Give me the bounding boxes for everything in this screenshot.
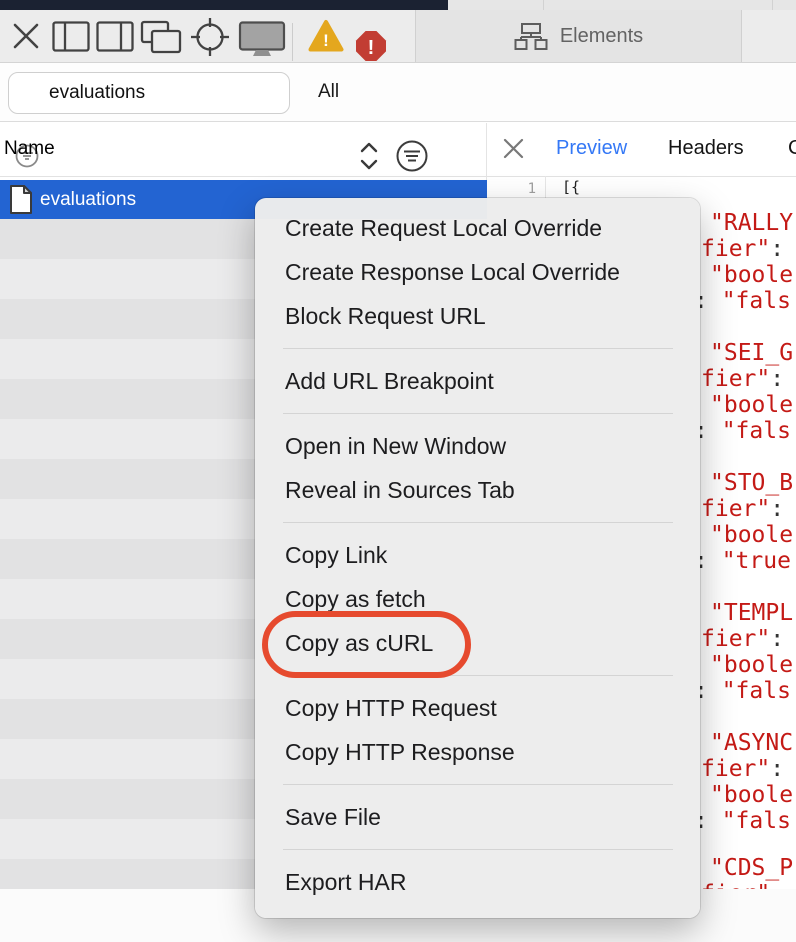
menu-divider [255,839,700,860]
json-key-suffix-fragment: fier": [701,881,784,889]
menu-item-create-response-local-override[interactable]: Create Response Local Override [255,250,700,294]
json-type-fragment: "boole [710,262,793,288]
menu-divider [255,774,700,795]
menu-item-export-har[interactable]: Export HAR [255,860,700,904]
json-key-fragment: "CDS_P [710,855,793,881]
json-type-fragment: "boole [710,392,793,418]
menu-divider [255,338,700,359]
json-key-suffix-fragment: fier": [701,496,784,522]
json-value-fragment: : "true [694,548,791,574]
json-type-fragment: "boole [710,782,793,808]
menu-item-copy-link[interactable]: Copy Link [255,533,700,577]
json-key-fragment: "RALLY [710,210,793,236]
json-key-suffix-fragment: fier": [701,756,784,782]
menu-item-copy-http-request[interactable]: Copy HTTP Request [255,686,700,730]
json-value-fragment: : "fals [694,808,791,834]
json-value-fragment: : "fals [694,678,791,704]
json-key-suffix-fragment: fier": [701,366,784,392]
menu-item-save-file[interactable]: Save File [255,795,700,839]
menu-item-reveal-in-sources-tab[interactable]: Reveal in Sources Tab [255,468,700,512]
menu-divider [255,512,700,533]
menu-item-open-in-new-window[interactable]: Open in New Window [255,424,700,468]
menu-item-block-request-url[interactable]: Block Request URL [255,294,700,338]
menu-divider [255,403,700,424]
menu-item-add-url-breakpoint[interactable]: Add URL Breakpoint [255,359,700,403]
json-key-fragment: "TEMPL [710,600,793,626]
context-menu: Create Request Local OverrideCreate Resp… [255,198,700,918]
json-key-suffix-fragment: fier": [701,626,784,652]
annotation-circle [262,611,471,678]
menu-item-copy-http-response[interactable]: Copy HTTP Response [255,730,700,774]
json-key-fragment: "ASYNC [710,730,793,756]
menu-item-create-request-local-override[interactable]: Create Request Local Override [255,206,700,250]
json-type-fragment: "boole [710,522,793,548]
json-value-fragment: : "fals [694,288,791,314]
json-value-fragment: : "fals [694,418,791,444]
json-type-fragment: "boole [710,652,793,678]
json-key-fragment: "STO_B [710,470,793,496]
json-key-fragment: "SEI_G [710,340,793,366]
json-key-suffix-fragment: fier": [701,236,784,262]
